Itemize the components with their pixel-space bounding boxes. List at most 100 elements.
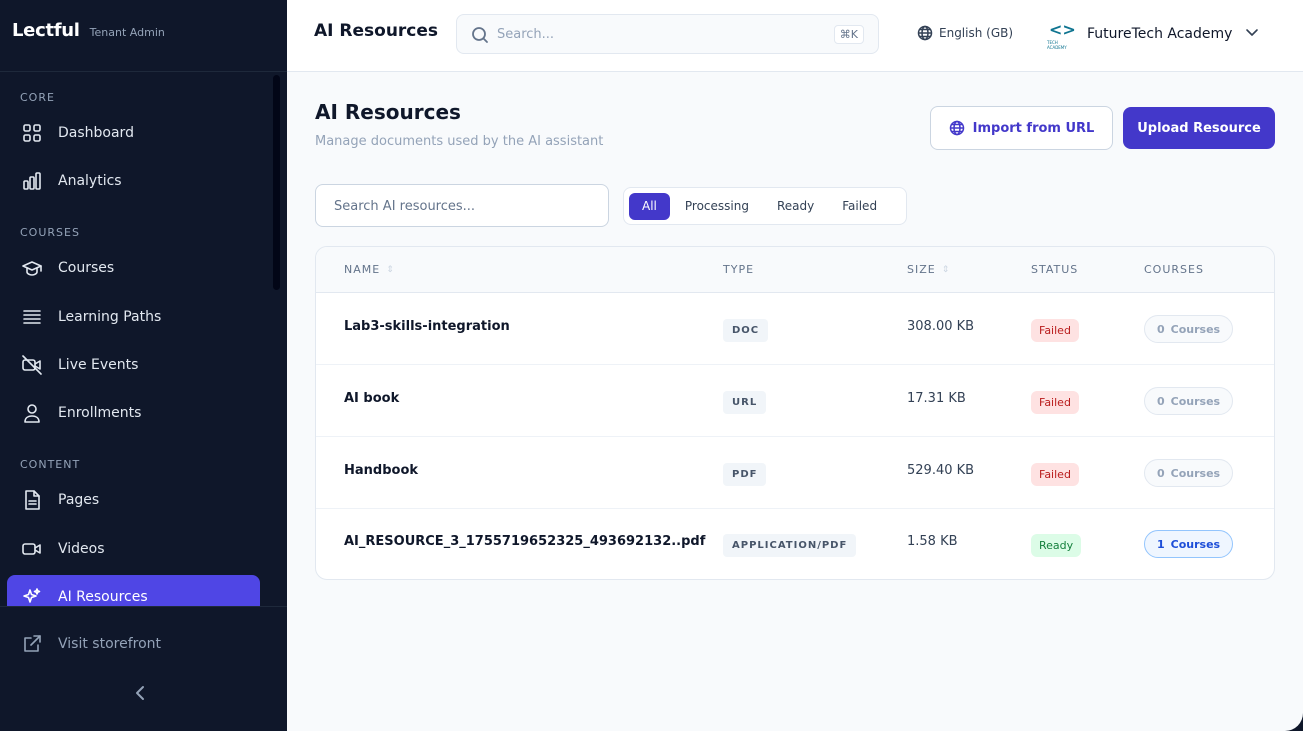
global-search[interactable]: ⌘K [456, 14, 879, 54]
courses-label: Courses [1170, 466, 1221, 480]
user-icon [24, 404, 40, 423]
chevron-down-icon [1244, 24, 1260, 44]
sidebar-item-live-events[interactable]: Live Events [7, 343, 260, 387]
sidebar-item-courses[interactable]: Courses [7, 246, 260, 290]
courses-count: 1 [1157, 537, 1165, 551]
import-from-url-label: Import from URL [972, 120, 1095, 136]
graduation-cap-icon [22, 261, 42, 276]
courses-badge[interactable]: 0 Courses [1144, 315, 1234, 343]
sidebar-item-label: Analytics [58, 173, 122, 189]
table-row[interactable]: Handbook PDF 529.40 KB Failed 0 Courses [316, 437, 1274, 509]
filter-all[interactable]: All [629, 192, 670, 220]
brand[interactable]: Lectful Tenant Admin [12, 20, 165, 41]
sidebar-item-ai-resources[interactable]: AI Resources [7, 575, 260, 606]
courses-count: 0 [1157, 322, 1165, 336]
sidebar-item-videos[interactable]: Videos [7, 527, 260, 571]
filter-ready[interactable]: Ready [764, 193, 827, 220]
courses-count: 0 [1157, 466, 1165, 480]
sidebar-nav[interactable]: CORE Dashboard Analytics COURSES Courses… [0, 72, 287, 606]
visit-storefront-label: Visit storefront [58, 636, 161, 652]
visit-storefront-link[interactable]: Visit storefront [7, 622, 260, 666]
courses-label: Courses [1170, 394, 1221, 408]
section-label-content: CONTENT [20, 458, 81, 471]
sort-icon: ⇕ [941, 264, 951, 275]
sidebar-item-label: Dashboard [58, 125, 134, 141]
column-header-label: TYPE [723, 263, 755, 276]
chevron-left-icon [136, 686, 144, 700]
video-icon [22, 543, 41, 555]
table-row[interactable]: Lab3-skills-integration DOC 308.00 KB Fa… [316, 293, 1274, 365]
column-header-courses: COURSES [1144, 263, 1204, 276]
sidebar-item-label: Courses [58, 260, 115, 276]
org-switcher[interactable]: <> TECH ACADEMY FutureTech Academy [1047, 20, 1260, 51]
sidebar-item-label: Live Events [58, 357, 139, 373]
main-content: AI Resources ⌘K English (GB) <> TECH ACA… [287, 0, 1303, 731]
sidebar-item-label: AI Resources [58, 589, 148, 605]
table-row[interactable]: AI_RESOURCE_3_1755719652325_493692132..p… [316, 508, 1274, 579]
sidebar-item-enrollments[interactable]: Enrollments [7, 391, 260, 435]
sidebar-item-label: Pages [58, 492, 100, 508]
resource-name[interactable]: AI book [344, 391, 399, 406]
status-filter: All Processing Ready Failed [623, 187, 907, 225]
sidebar-divider [0, 606, 287, 607]
column-header-label: COURSES [1144, 263, 1204, 276]
org-logo-mark: <> [1049, 20, 1076, 39]
column-header-name[interactable]: NAME ⇕ [344, 263, 395, 276]
section-label-courses: COURSES [20, 226, 80, 239]
status-badge: Failed [1031, 319, 1079, 342]
topbar-title: AI Resources [314, 21, 439, 41]
search-shortcut-hint: ⌘K [833, 25, 864, 44]
sidebar-item-learning-paths[interactable]: Learning Paths [7, 295, 260, 339]
language-selector[interactable]: English (GB) [917, 25, 1013, 41]
globe-icon [917, 25, 933, 41]
status-badge: Ready [1031, 534, 1082, 557]
sidebar-item-pages[interactable]: Pages [7, 478, 260, 522]
page-subtitle: Manage documents used by the AI assistan… [315, 134, 604, 149]
sort-icon: ⇕ [386, 264, 395, 275]
search-icon [472, 27, 488, 43]
sidebar-scrollbar[interactable] [273, 75, 280, 290]
topbar: AI Resources ⌘K English (GB) <> TECH ACA… [287, 0, 1303, 72]
type-badge: DOC [723, 319, 769, 342]
resource-name[interactable]: AI_RESOURCE_3_1755719652325_493692132..p… [344, 534, 705, 549]
sidebar-item-analytics[interactable]: Analytics [7, 159, 260, 203]
table-row[interactable]: AI book URL 17.31 KB Failed 0 Courses [316, 365, 1274, 437]
import-from-url-button[interactable]: Import from URL [930, 106, 1113, 150]
resource-size: 529.40 KB [907, 463, 975, 478]
upload-resource-button[interactable]: Upload Resource [1123, 107, 1275, 149]
list-icon [23, 310, 41, 324]
resource-name[interactable]: Lab3-skills-integration [344, 319, 510, 334]
courses-badge[interactable]: 0 Courses [1144, 387, 1234, 415]
resource-name[interactable]: Handbook [344, 463, 418, 478]
resource-size: 17.31 KB [907, 391, 966, 406]
video-off-icon [22, 355, 42, 375]
sidebar-item-label: Enrollments [58, 405, 142, 421]
brand-logo[interactable]: Lectful [12, 20, 80, 41]
filter-failed[interactable]: Failed [829, 193, 890, 220]
sparkles-icon [23, 588, 41, 603]
courses-badge[interactable]: 1 Courses [1144, 530, 1234, 558]
column-header-size[interactable]: SIZE ⇕ [907, 263, 950, 276]
type-badge: APPLICATION/PDF [723, 534, 857, 557]
global-search-input[interactable] [497, 23, 817, 45]
page-title: AI Resources [315, 100, 461, 124]
sidebar-item-label: Videos [58, 541, 105, 557]
column-header-type: TYPE [723, 263, 754, 276]
column-header-label: NAME [344, 263, 381, 276]
resource-search[interactable] [315, 184, 609, 227]
org-logo: <> TECH ACADEMY [1047, 20, 1076, 51]
sidebar-item-dashboard[interactable]: Dashboard [7, 111, 260, 155]
column-header-status: STATUS [1031, 263, 1078, 276]
table-header: NAME ⇕ TYPE SIZE ⇕ STATUS COURSES [316, 247, 1274, 293]
resources-table: NAME ⇕ TYPE SIZE ⇕ STATUS COURSES Lab3-ski… [315, 246, 1275, 580]
status-badge: Failed [1031, 463, 1079, 486]
org-name: FutureTech Academy [1087, 26, 1233, 42]
courses-badge[interactable]: 0 Courses [1144, 459, 1234, 487]
brand-role: Tenant Admin [89, 26, 165, 39]
resource-search-input[interactable] [334, 195, 594, 217]
sidebar-item-label: Learning Paths [58, 309, 162, 325]
filter-processing[interactable]: Processing [672, 193, 762, 220]
section-label-core: CORE [20, 91, 55, 104]
collapse-sidebar-button[interactable] [130, 682, 152, 704]
sidebar: Lectful Tenant Admin CORE Dashboard Anal… [0, 0, 287, 731]
